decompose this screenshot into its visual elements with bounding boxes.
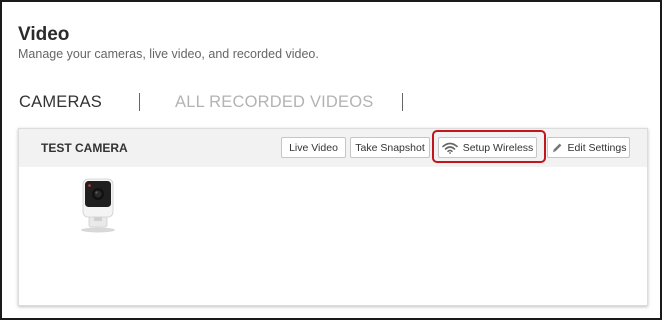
camera-icon[interactable] xyxy=(75,177,121,235)
app-window: Video Manage your cameras, live video, a… xyxy=(0,0,662,320)
tab-divider xyxy=(139,93,140,111)
tab-cameras[interactable]: CAMERAS xyxy=(19,93,102,112)
edit-settings-button[interactable]: Edit Settings xyxy=(547,137,630,158)
setup-wireless-label: Setup Wireless xyxy=(462,141,534,154)
page-subtitle: Manage your cameras, live video, and rec… xyxy=(18,47,319,61)
tab-all-recorded-videos[interactable]: ALL RECORDED VIDEOS xyxy=(175,93,374,112)
edit-settings-label: Edit Settings xyxy=(567,141,627,154)
live-video-label: Live Video xyxy=(289,141,338,154)
take-snapshot-label: Take Snapshot xyxy=(355,141,425,154)
page-title: Video xyxy=(18,24,70,45)
live-video-button[interactable]: Live Video xyxy=(281,137,346,158)
wifi-icon xyxy=(441,142,458,154)
camera-card-header: TEST CAMERA Live Video Take Snapshot Set… xyxy=(19,129,647,167)
camera-name: TEST CAMERA xyxy=(41,141,128,155)
setup-wireless-button[interactable]: Setup Wireless xyxy=(438,137,537,158)
take-snapshot-button[interactable]: Take Snapshot xyxy=(350,137,430,158)
pencil-icon xyxy=(551,142,563,154)
camera-card: TEST CAMERA Live Video Take Snapshot Set… xyxy=(18,128,648,306)
tab-divider xyxy=(402,93,403,111)
